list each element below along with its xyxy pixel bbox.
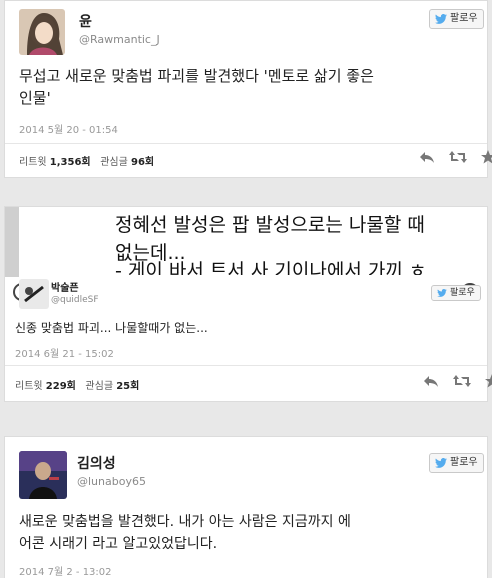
retweet-count[interactable]: 1,356회 [50,157,91,168]
follow-label: 팔로우 [450,13,478,24]
favorite-icon[interactable] [481,150,492,164]
retweet-icon[interactable] [453,374,471,388]
quoted-image-text: 정혜선 발성은 팝 발성으로는 나물할 때 없는데... - 게이 바서 트서 … [115,211,485,275]
twitter-bird-icon [435,458,447,468]
quoted-image-bar [5,207,19,277]
quoted-line: - 게이 바서 트서 사 기이나에서 가끼 ㅎ [115,260,427,275]
twitter-bird-icon [437,289,447,297]
quoted-line: 정혜선 발성은 팝 발성으로는 나물할 때 [115,214,425,236]
tweet-line: 어콘 시래기 라고 알고있었답니다. [19,536,218,552]
avatar[interactable] [19,451,67,499]
favorite-icon[interactable] [485,374,492,388]
retweet-icon[interactable] [449,150,467,164]
follow-label: 팔로우 [450,457,478,468]
user-handle[interactable]: @Rawmantic_J [79,33,160,46]
timestamp[interactable]: 2014 5월 20 - 01:54 [19,121,118,136]
tweet-text: 새로운 맞춤법을 발견했다. 내가 아는 사람은 지금까지 에 어콘 시래기 라… [19,511,485,555]
follow-button[interactable]: 팔로우 [429,453,484,473]
timestamp[interactable]: 2014 7월 2 - 13:02 [19,563,112,578]
tweet-stats: 리트윗 229회 관심글 25회 [15,377,139,392]
tweet-line: 새로운 맞춤법을 발견했다. 내가 아는 사람은 지금까지 에 [19,514,351,530]
follow-label: 팔로우 [450,288,475,298]
divider [5,143,487,144]
avatar[interactable] [19,279,49,309]
user-name[interactable]: 박술픈 [51,279,79,294]
user-name[interactable]: 김의성 [77,453,116,473]
tweet-line: 인물' [19,89,51,107]
tweet-card-1: 윤 @Rawmantic_J 팔로우 무섭고 새로운 맞춤법 파괴를 발견했다 … [4,0,492,178]
timestamp[interactable]: 2014 6월 21 - 15:02 [15,345,114,360]
tweet-stats: 리트윗 1,356회 관심글 96회 [19,153,154,168]
tweet-line: 무섭고 새로운 맞춤법 파괴를 발견했다 '멘토로 삶기 좋은 [19,67,374,85]
tweet-actions [423,374,492,388]
fav-count[interactable]: 25회 [116,381,139,392]
retweet-label: 리트윗 [19,157,47,168]
tweet-card-3: 김의성 @lunaboy65 팔로우 새로운 맞춤법을 발견했다. 내가 아는 … [4,436,488,578]
twitter-bird-icon [435,14,447,24]
reply-icon[interactable] [419,150,435,164]
fav-label: 관심글 [85,381,114,392]
tweet-actions [419,150,492,164]
divider [5,365,487,366]
user-handle[interactable]: @lunaboy65 [77,475,146,488]
avatar[interactable] [19,9,65,55]
follow-button[interactable]: 팔로우 [429,9,484,29]
reply-icon[interactable] [423,374,439,388]
user-handle[interactable]: @quidleSF [51,295,99,305]
tweet-card-2: 정혜선 발성은 팝 발성으로는 나물할 때 없는데... - 게이 바서 트서 … [4,206,492,402]
fav-count[interactable]: 96회 [131,157,154,168]
user-name[interactable]: 윤 [79,11,92,31]
tweet-text: 무섭고 새로운 맞춤법 파괴를 발견했다 '멘토로 삶기 좋은 인물' [19,65,479,109]
follow-button[interactable]: 팔로우 [431,285,481,301]
retweet-label: 리트윗 [15,381,43,392]
fav-label: 관심글 [100,157,128,168]
tweet-text: 신종 맞춤법 파괴... 나물할때가 없는... [15,321,208,335]
retweet-count[interactable]: 229회 [46,381,76,392]
